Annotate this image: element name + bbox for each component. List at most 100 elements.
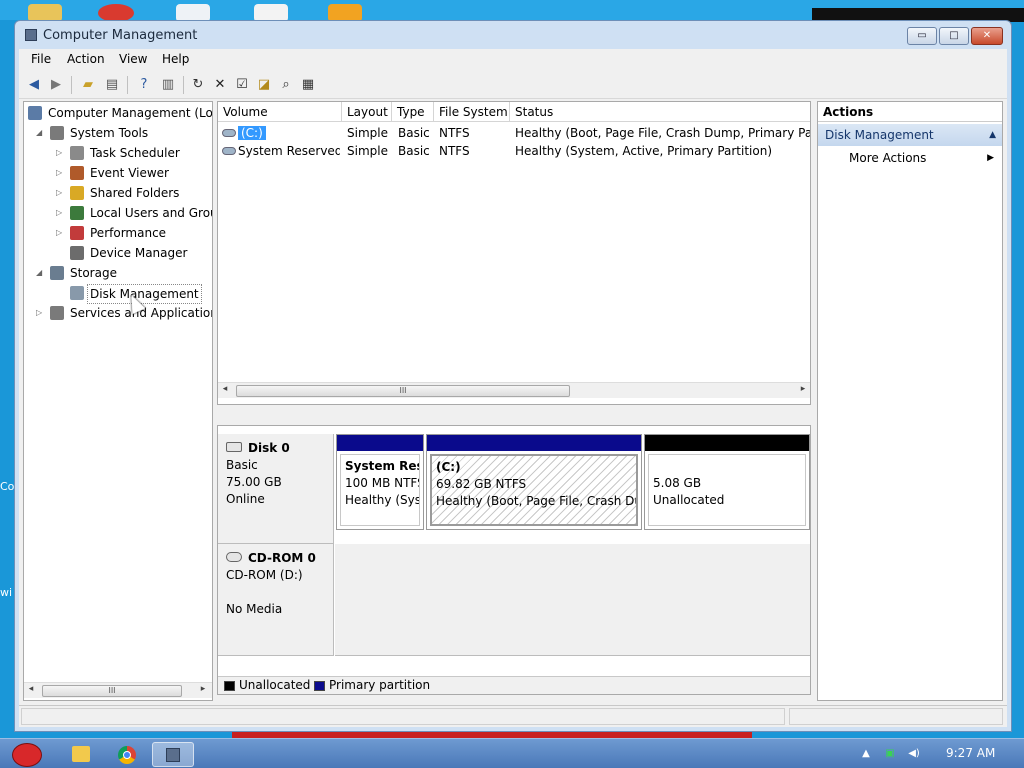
computer-management-task-icon[interactable] xyxy=(152,742,194,767)
disk-type: Basic xyxy=(226,458,258,472)
tree-item[interactable]: Device Manager xyxy=(24,244,212,262)
refresh-icon[interactable]: ↻ xyxy=(189,76,207,94)
show-hide-action-pane-icon[interactable]: ▥ xyxy=(159,76,177,94)
export-icon[interactable]: ▦ xyxy=(299,76,317,94)
disk-name: CD-ROM 0 xyxy=(226,550,325,567)
volume-icon[interactable]: ◀) xyxy=(906,748,922,760)
clock[interactable]: 9:27 AM xyxy=(946,746,995,760)
taskbar: ▲ ▣ ◀) 9:27 AM xyxy=(0,738,1024,768)
menu-view[interactable]: View xyxy=(119,52,147,66)
menu-help[interactable]: Help xyxy=(162,52,189,66)
forward-arrow-icon[interactable]: ▶ xyxy=(47,76,65,94)
cdrom-0-area xyxy=(335,544,810,656)
tree-item[interactable]: ▷ Services and Applications xyxy=(24,304,212,322)
column-status[interactable]: Status xyxy=(510,102,810,122)
hard-disk-icon xyxy=(226,442,242,452)
network-icon[interactable]: ▣ xyxy=(884,748,896,760)
scroll-thumb[interactable]: III xyxy=(236,385,570,397)
disk-0-label[interactable]: Disk 0 Basic 75.00 GB Online xyxy=(218,434,334,544)
maximize-button[interactable]: □ xyxy=(939,27,969,45)
volume-cell-type: Basic xyxy=(398,126,430,140)
back-arrow-icon[interactable]: ◀ xyxy=(25,76,43,94)
partition-detail: 100 MB NTFS xyxy=(345,476,420,490)
tree-item-label: Computer Management (Local xyxy=(48,106,213,120)
close-button[interactable]: ✕ xyxy=(971,27,1003,45)
scroll-right-arrow[interactable]: ▸ xyxy=(196,684,210,694)
storage-icon xyxy=(50,266,64,280)
tree-hscrollbar[interactable]: ◂ III ▸ xyxy=(24,682,212,698)
partition-body: (C:) 69.82 GB NTFS Healthy (Boot, Page Fil… xyxy=(430,454,638,526)
tree-item[interactable]: ▷ Local Users and Groups xyxy=(24,204,212,222)
tree-item[interactable]: ▷ Task Scheduler xyxy=(24,144,212,162)
minimize-button[interactable]: ▭ xyxy=(907,27,937,45)
volume-cell-layout: Simple xyxy=(347,144,388,158)
scroll-left-arrow[interactable]: ◂ xyxy=(218,384,232,394)
actions-section-disk-management[interactable]: Disk Management ▲ xyxy=(818,124,1002,146)
disk-state: No Media xyxy=(226,602,283,616)
delete-icon[interactable]: ✕ xyxy=(211,76,229,94)
volume-cell-type: Basic xyxy=(398,144,430,158)
chrome-icon[interactable] xyxy=(108,742,146,767)
partition-block[interactable]: System Reserved 100 MB NTFS Healthy (Syste… xyxy=(336,434,424,530)
collapse-arrow-icon[interactable]: ◢ xyxy=(36,124,46,142)
tree-item-label: Event Viewer xyxy=(90,166,169,180)
tree-item-label: System Tools xyxy=(70,126,149,140)
partition-block[interactable]: 5.08 GB Unallocated xyxy=(644,434,810,530)
expand-arrow-icon[interactable]: ▷ xyxy=(56,224,66,242)
file-explorer-icon[interactable] xyxy=(62,742,100,767)
partition-type-bar xyxy=(337,435,423,451)
show-hidden-icons-icon[interactable]: ▲ xyxy=(860,748,872,760)
expand-arrow-icon[interactable]: ▷ xyxy=(36,304,46,322)
device-manager-icon xyxy=(70,246,84,260)
volume-icon xyxy=(222,147,236,155)
more-actions-item[interactable]: More Actions ▶ xyxy=(818,148,1002,168)
expand-arrow-icon[interactable]: ▷ xyxy=(56,144,66,162)
help-icon[interactable]: ? xyxy=(135,76,153,94)
scroll-right-arrow[interactable]: ▸ xyxy=(796,384,810,394)
tree-item[interactable]: Computer Management (Local xyxy=(24,104,212,122)
cdrom-0-label[interactable]: CD-ROM 0 CD-ROM (D:) No Media xyxy=(218,544,334,656)
menu-action[interactable]: Action xyxy=(67,52,105,66)
tree-item[interactable]: ▷ Event Viewer xyxy=(24,164,212,182)
partition-name: System Reserved xyxy=(345,459,419,473)
collapse-arrow-icon[interactable]: ◢ xyxy=(36,264,46,282)
up-folder-icon[interactable]: ▰ xyxy=(79,76,97,94)
properties-icon[interactable]: ☑ xyxy=(233,76,251,94)
volume-row[interactable]: (C:) Simple Basic NTFS Healthy (Boot, Page F… xyxy=(218,124,811,142)
scroll-left-arrow[interactable]: ◂ xyxy=(24,684,38,694)
tree-item[interactable]: Disk Management xyxy=(24,284,212,304)
volume-list-hscrollbar[interactable]: ◂ III ▸ xyxy=(218,382,810,398)
disk-name: Disk 0 xyxy=(226,440,325,457)
computer-management-icon xyxy=(25,29,37,41)
expand-arrow-icon[interactable]: ▷ xyxy=(56,164,66,182)
scroll-thumb[interactable]: III xyxy=(42,685,182,697)
menu-file[interactable]: File xyxy=(31,52,51,66)
expand-arrow-icon[interactable]: ▷ xyxy=(56,184,66,202)
volume-cell-fs: NTFS xyxy=(439,144,470,158)
tree-item[interactable]: ◢ System Tools xyxy=(24,124,212,142)
actions-header: Actions xyxy=(818,102,1002,122)
volume-list: Volume Layout Type File System Status (C… xyxy=(217,101,811,405)
tree-item[interactable]: ◢ Storage xyxy=(24,264,212,282)
disk-size: 75.00 GB xyxy=(226,475,282,489)
title-bar[interactable]: Computer Management ▭ □ ✕ xyxy=(15,21,1011,49)
open-icon[interactable]: ◪ xyxy=(255,76,273,94)
tree-item[interactable]: ▷ Shared Folders xyxy=(24,184,212,202)
volume-row[interactable]: System Reserved Simple Basic NTFS Healthy (S… xyxy=(218,142,810,160)
column-layout[interactable]: Layout xyxy=(342,102,392,122)
collapse-arrow-icon[interactable]: ▲ xyxy=(989,124,996,146)
volume-cell-status: Healthy (Boot, Page File, Crash Dump, Pr… xyxy=(515,126,811,140)
expand-arrow-icon[interactable]: ▷ xyxy=(56,204,66,222)
column-volume[interactable]: Volume xyxy=(218,102,342,122)
column-type[interactable]: Type xyxy=(392,102,434,122)
toolbar-separator xyxy=(127,76,128,94)
tools-icon xyxy=(50,126,64,140)
show-hide-tree-icon[interactable]: ▤ xyxy=(103,76,121,94)
angry-birds-start-icon[interactable] xyxy=(4,742,50,767)
search-icon[interactable]: ⌕ xyxy=(277,76,295,94)
column-file-system[interactable]: File System xyxy=(434,102,510,122)
toolbar-separator xyxy=(183,76,184,94)
tree-item[interactable]: ▷ Performance xyxy=(24,224,212,242)
partition-block[interactable]: (C:) 69.82 GB NTFS Healthy (Boot, Page Fil… xyxy=(426,434,642,530)
more-actions-label: More Actions xyxy=(849,151,927,165)
